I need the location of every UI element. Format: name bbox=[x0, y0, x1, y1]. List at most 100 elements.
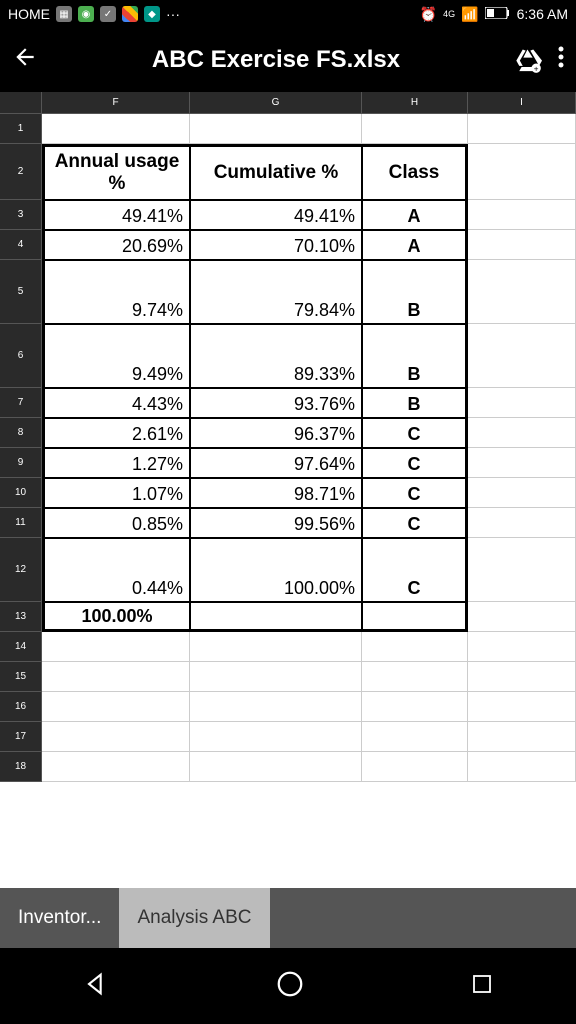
row-header[interactable]: 17 bbox=[0, 722, 42, 752]
cell[interactable]: B bbox=[362, 388, 468, 418]
cell[interactable] bbox=[190, 602, 362, 632]
cell[interactable] bbox=[468, 448, 576, 478]
row-header[interactable]: 16 bbox=[0, 692, 42, 722]
row-header[interactable]: 9 bbox=[0, 448, 42, 478]
cell[interactable]: C bbox=[362, 478, 468, 508]
cell[interactable] bbox=[42, 752, 190, 782]
col-header-G[interactable]: G bbox=[190, 92, 362, 113]
cell[interactable]: 0.85% bbox=[42, 508, 190, 538]
cell[interactable]: 2.61% bbox=[42, 418, 190, 448]
cell[interactable] bbox=[468, 144, 576, 200]
sheet-tab-inventory[interactable]: Inventor... bbox=[0, 888, 119, 948]
cell[interactable]: 4.43% bbox=[42, 388, 190, 418]
nav-recent-button[interactable] bbox=[470, 972, 494, 1001]
cell[interactable]: 20.69% bbox=[42, 230, 190, 260]
cell[interactable]: A bbox=[362, 230, 468, 260]
cell[interactable] bbox=[190, 752, 362, 782]
cell[interactable] bbox=[362, 602, 468, 632]
cell[interactable]: 98.71% bbox=[190, 478, 362, 508]
row-header[interactable]: 6 bbox=[0, 324, 42, 388]
row-header[interactable]: 14 bbox=[0, 632, 42, 662]
nav-home-button[interactable] bbox=[275, 969, 305, 1004]
cell[interactable] bbox=[42, 114, 190, 144]
cell[interactable] bbox=[468, 662, 576, 692]
sheet-tab-analysis[interactable]: Analysis ABC bbox=[119, 888, 269, 948]
cell[interactable]: 79.84% bbox=[190, 260, 362, 324]
cell[interactable] bbox=[468, 692, 576, 722]
cell[interactable] bbox=[468, 418, 576, 448]
row-header[interactable]: 5 bbox=[0, 260, 42, 324]
cell[interactable] bbox=[362, 692, 468, 722]
cell[interactable]: 96.37% bbox=[190, 418, 362, 448]
cell[interactable]: 97.64% bbox=[190, 448, 362, 478]
cell[interactable] bbox=[468, 752, 576, 782]
spreadsheet[interactable]: F G H I 1 2 3 4 5 6 7 8 9 10 11 12 13 14… bbox=[0, 92, 576, 888]
cell[interactable]: B bbox=[362, 260, 468, 324]
row-header[interactable]: 8 bbox=[0, 418, 42, 448]
row-header[interactable]: 4 bbox=[0, 230, 42, 260]
cell[interactable] bbox=[468, 602, 576, 632]
cell[interactable]: C bbox=[362, 538, 468, 602]
row-header[interactable]: 11 bbox=[0, 508, 42, 538]
cell[interactable] bbox=[190, 692, 362, 722]
cell[interactable]: 9.49% bbox=[42, 324, 190, 388]
cell[interactable] bbox=[468, 260, 576, 324]
cell[interactable] bbox=[42, 632, 190, 662]
cell[interactable]: 1.27% bbox=[42, 448, 190, 478]
nav-back-button[interactable] bbox=[82, 970, 110, 1003]
cell[interactable]: 49.41% bbox=[42, 200, 190, 230]
row-header[interactable]: 15 bbox=[0, 662, 42, 692]
cell[interactable] bbox=[468, 324, 576, 388]
cell[interactable]: 9.74% bbox=[42, 260, 190, 324]
row-header[interactable]: 2 bbox=[0, 144, 42, 200]
cell[interactable] bbox=[468, 114, 576, 144]
cell[interactable] bbox=[362, 662, 468, 692]
cell[interactable] bbox=[468, 508, 576, 538]
cell[interactable]: 0.44% bbox=[42, 538, 190, 602]
cell[interactable]: C bbox=[362, 508, 468, 538]
cell[interactable]: 89.33% bbox=[190, 324, 362, 388]
cell[interactable] bbox=[42, 692, 190, 722]
cell[interactable]: 1.07% bbox=[42, 478, 190, 508]
cell[interactable] bbox=[468, 388, 576, 418]
header-class[interactable]: Class bbox=[362, 144, 468, 200]
cell[interactable] bbox=[468, 230, 576, 260]
back-button[interactable] bbox=[12, 44, 38, 77]
row-header[interactable]: 12 bbox=[0, 538, 42, 602]
cell[interactable] bbox=[190, 114, 362, 144]
cell[interactable]: A bbox=[362, 200, 468, 230]
cell[interactable] bbox=[468, 538, 576, 602]
row-header[interactable]: 3 bbox=[0, 200, 42, 230]
cell[interactable] bbox=[468, 722, 576, 752]
cell[interactable] bbox=[362, 752, 468, 782]
row-header[interactable]: 18 bbox=[0, 752, 42, 782]
header-cumulative[interactable]: Cumulative % bbox=[190, 144, 362, 200]
col-header-F[interactable]: F bbox=[42, 92, 190, 113]
cell[interactable] bbox=[362, 722, 468, 752]
cell[interactable]: B bbox=[362, 324, 468, 388]
cell[interactable]: C bbox=[362, 418, 468, 448]
row-header[interactable]: 1 bbox=[0, 114, 42, 144]
cell-total[interactable]: 100.00% bbox=[42, 602, 190, 632]
col-header-H[interactable]: H bbox=[362, 92, 468, 113]
cell[interactable] bbox=[468, 200, 576, 230]
cell[interactable]: 99.56% bbox=[190, 508, 362, 538]
cell[interactable] bbox=[42, 662, 190, 692]
cell[interactable]: 100.00% bbox=[190, 538, 362, 602]
more-menu-button[interactable] bbox=[558, 46, 564, 74]
cell[interactable] bbox=[42, 722, 190, 752]
cell[interactable]: 49.41% bbox=[190, 200, 362, 230]
cell[interactable] bbox=[468, 478, 576, 508]
cell[interactable] bbox=[362, 632, 468, 662]
cell[interactable]: 93.76% bbox=[190, 388, 362, 418]
cell[interactable] bbox=[190, 662, 362, 692]
cell[interactable]: C bbox=[362, 448, 468, 478]
row-header[interactable]: 7 bbox=[0, 388, 42, 418]
header-annual-usage[interactable]: Annual usage % bbox=[42, 144, 190, 200]
row-header[interactable]: 10 bbox=[0, 478, 42, 508]
cell[interactable] bbox=[190, 722, 362, 752]
cell[interactable] bbox=[190, 632, 362, 662]
cell[interactable]: 70.10% bbox=[190, 230, 362, 260]
cell[interactable] bbox=[362, 114, 468, 144]
col-header-I[interactable]: I bbox=[468, 92, 576, 113]
